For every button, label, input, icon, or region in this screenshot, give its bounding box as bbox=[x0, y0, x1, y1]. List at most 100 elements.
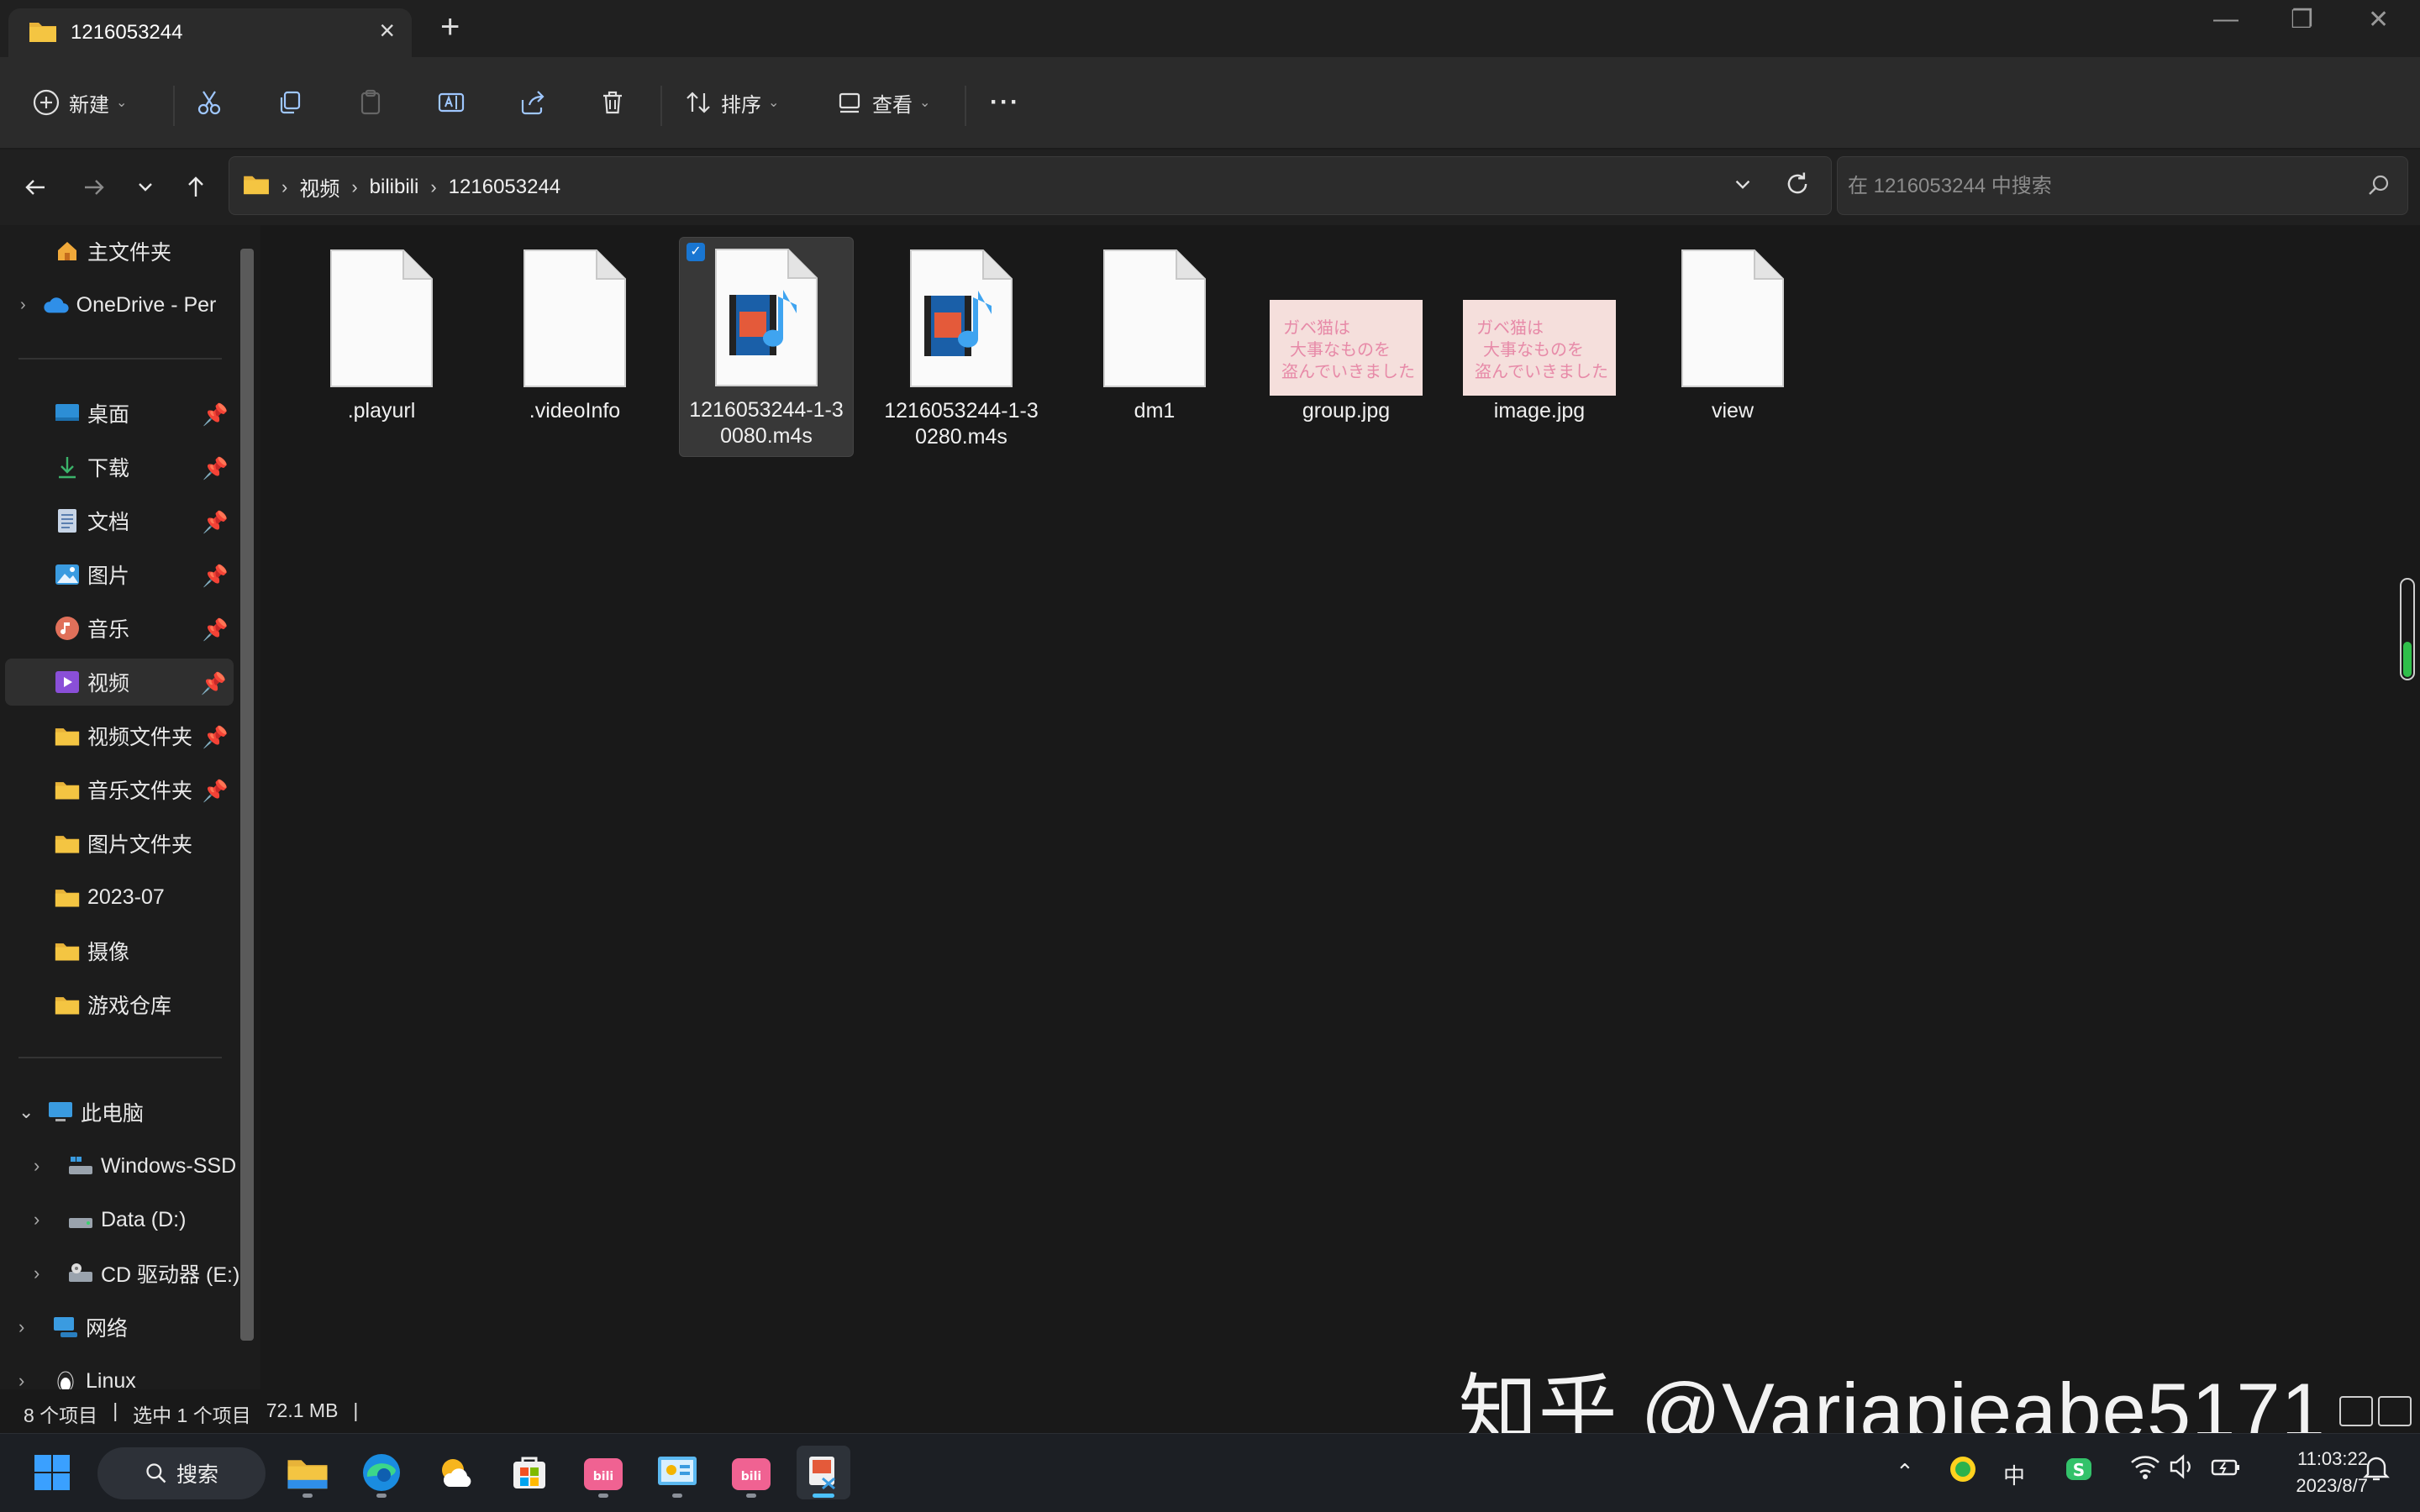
content-scrollbar[interactable] bbox=[2400, 578, 2415, 680]
scroll-thumb[interactable] bbox=[2403, 642, 2412, 677]
tiles-view-icon[interactable] bbox=[2378, 1396, 2412, 1426]
share-button[interactable] bbox=[518, 86, 546, 119]
close-window-button[interactable]: ✕ bbox=[2368, 5, 2389, 34]
sidebar-item-downloads[interactable]: 下载 📌 bbox=[54, 444, 240, 491]
start-button[interactable] bbox=[25, 1446, 79, 1499]
bilibili-app-2[interactable]: bili bbox=[724, 1446, 778, 1499]
breadcrumb-item[interactable]: 1216053244 bbox=[449, 176, 560, 199]
up-button[interactable] bbox=[176, 168, 215, 207]
rename-button[interactable] bbox=[437, 86, 466, 119]
new-button[interactable]: 新建 ⌄ bbox=[32, 86, 127, 119]
bilibili-app[interactable]: bili bbox=[576, 1446, 630, 1499]
forward-button[interactable] bbox=[74, 168, 113, 207]
search-box[interactable] bbox=[1837, 156, 2408, 215]
copy-button[interactable] bbox=[276, 86, 304, 119]
breadcrumb-item[interactable]: 视频 bbox=[299, 172, 339, 202]
chevron-right-icon[interactable]: › bbox=[34, 1209, 67, 1231]
pin-icon[interactable]: 📌 bbox=[203, 403, 229, 428]
breadcrumb-item[interactable]: bilibili bbox=[370, 176, 419, 199]
chevron-right-icon[interactable]: › bbox=[34, 1155, 67, 1177]
sort-button[interactable]: 排序 ⌄ bbox=[684, 86, 779, 119]
chevron-right-icon[interactable]: › bbox=[18, 1316, 52, 1338]
sidebar-item-documents[interactable]: 文档 📌 bbox=[54, 497, 240, 544]
file-item[interactable]: ガベ猫は 大事なものを 盗んでいきました image.jpg bbox=[1452, 239, 1627, 424]
chevron-up-icon[interactable]: ⌃ bbox=[1896, 1459, 1914, 1485]
pin-icon[interactable]: 📌 bbox=[203, 457, 229, 481]
back-button[interactable] bbox=[17, 168, 55, 207]
chevron-right-icon[interactable]: › bbox=[18, 1370, 52, 1389]
address-bar[interactable]: › 视频 › bilibili › 1216053244 bbox=[229, 156, 1832, 215]
folder-icon bbox=[29, 19, 57, 47]
file-item[interactable]: 1216053244-1-30280.m4s bbox=[874, 239, 1049, 450]
chevron-right-icon[interactable]: › bbox=[20, 296, 26, 315]
chevron-down-icon[interactable]: ⌄ bbox=[18, 1101, 47, 1123]
file-explorer-app[interactable] bbox=[281, 1446, 334, 1499]
search-input[interactable] bbox=[1848, 171, 2352, 202]
address-history-button[interactable] bbox=[1728, 171, 1757, 203]
file-item[interactable]: .videoInfo bbox=[487, 239, 662, 424]
pin-icon[interactable]: 📌 bbox=[203, 780, 229, 804]
sidebar-item-windows-ssd[interactable]: › Windows-SSD bbox=[34, 1142, 236, 1189]
sidebar-item-linux[interactable]: › Linux bbox=[18, 1357, 136, 1389]
sidebar-item-data-drive[interactable]: › Data (D:) bbox=[34, 1196, 186, 1243]
refresh-button[interactable] bbox=[1782, 169, 1812, 203]
sidebar-item-pictures[interactable]: 图片 📌 bbox=[54, 551, 240, 598]
taskbar-search[interactable]: 搜索 bbox=[97, 1447, 266, 1499]
chevron-right-icon[interactable]: › bbox=[34, 1263, 67, 1284]
sidebar-item-picture-folder[interactable]: 图片文件夹 bbox=[54, 820, 192, 867]
sidebar-item-home[interactable]: 主文件夹 bbox=[54, 228, 171, 275]
pin-icon[interactable]: 📌 bbox=[203, 564, 229, 589]
sidebar-item-this-pc[interactable]: ⌄ 此电脑 bbox=[18, 1089, 144, 1136]
file-item[interactable]: .playurl bbox=[294, 239, 469, 424]
sidebar-item-cd-drive[interactable]: › CD 驱动器 (E:) bbox=[34, 1250, 239, 1297]
tab-active[interactable]: 1216053244 × bbox=[8, 8, 412, 57]
sidebar-scrollbar[interactable] bbox=[240, 249, 254, 1341]
breadcrumb-separator: › bbox=[430, 176, 437, 197]
store-app[interactable] bbox=[502, 1446, 556, 1499]
file-item[interactable]: ガベ猫は 大事なものを 盗んでいきました group.jpg bbox=[1259, 239, 1434, 424]
sogou-icon[interactable]: S bbox=[2064, 1454, 2094, 1490]
sidebar-item-camera[interactable]: 摄像 bbox=[54, 927, 129, 974]
details-view-icon[interactable] bbox=[2339, 1396, 2373, 1426]
sidebar-item-videos[interactable]: 视频 📌 bbox=[5, 659, 234, 706]
pin-icon[interactable]: 📌 bbox=[201, 672, 227, 696]
more-options-button[interactable]: ··· bbox=[990, 86, 1020, 119]
restore-button[interactable]: ❐ bbox=[2291, 5, 2313, 34]
minimize-button[interactable]: — bbox=[2213, 5, 2238, 34]
sidebar-item-video-folder[interactable]: 视频文件夹 📌 bbox=[54, 712, 240, 759]
file-item[interactable]: view bbox=[1645, 239, 1820, 424]
snipping-tool-app[interactable] bbox=[797, 1446, 850, 1499]
weather-app[interactable] bbox=[429, 1446, 482, 1499]
tray-app-icon[interactable] bbox=[1948, 1454, 1978, 1490]
file-item-selected[interactable]: ✓ 1216053244-1-30080.m4s bbox=[679, 237, 854, 457]
sidebar-item-game-library[interactable]: 游戏仓库 bbox=[54, 981, 171, 1028]
drive-icon bbox=[67, 1152, 94, 1179]
delete-button[interactable] bbox=[598, 86, 627, 119]
sidebar-item-network[interactable]: › 网络 bbox=[18, 1304, 128, 1351]
cut-button[interactable] bbox=[195, 86, 224, 119]
recent-locations-button[interactable] bbox=[126, 168, 165, 207]
sidebar-item-music[interactable]: 音乐 📌 bbox=[54, 605, 240, 652]
wifi-icon[interactable] bbox=[2129, 1452, 2161, 1487]
pin-icon[interactable]: 📌 bbox=[203, 726, 229, 750]
close-tab-button[interactable]: × bbox=[379, 15, 395, 46]
clock[interactable]: 11:03:22 2023/8/7 bbox=[2296, 1446, 2368, 1499]
pin-icon[interactable]: 📌 bbox=[203, 511, 229, 535]
paste-button[interactable] bbox=[356, 86, 385, 119]
sidebar-item-desktop[interactable]: 桌面 📌 bbox=[54, 390, 240, 437]
selection-checkbox[interactable]: ✓ bbox=[687, 243, 705, 261]
edge-app[interactable] bbox=[355, 1446, 408, 1499]
ime-indicator[interactable]: 中 bbox=[2003, 1459, 2025, 1490]
control-panel-app[interactable] bbox=[650, 1446, 704, 1499]
view-button[interactable]: 查看 ⌄ bbox=[835, 86, 930, 119]
file-item[interactable]: dm1 bbox=[1067, 239, 1242, 424]
sidebar-item-music-folder[interactable]: 音乐文件夹 📌 bbox=[54, 766, 240, 813]
new-tab-button[interactable]: + bbox=[440, 8, 460, 46]
pin-icon[interactable]: 📌 bbox=[203, 618, 229, 643]
sidebar-item-onedrive[interactable]: › OneDrive - Per bbox=[12, 281, 216, 328]
sidebar-item-2023-07[interactable]: 2023-07 bbox=[54, 874, 165, 921]
search-icon[interactable] bbox=[2365, 172, 2392, 203]
notification-icon[interactable] bbox=[2363, 1454, 2390, 1488]
battery-icon[interactable] bbox=[2210, 1452, 2242, 1487]
volume-icon[interactable] bbox=[2168, 1452, 2196, 1487]
